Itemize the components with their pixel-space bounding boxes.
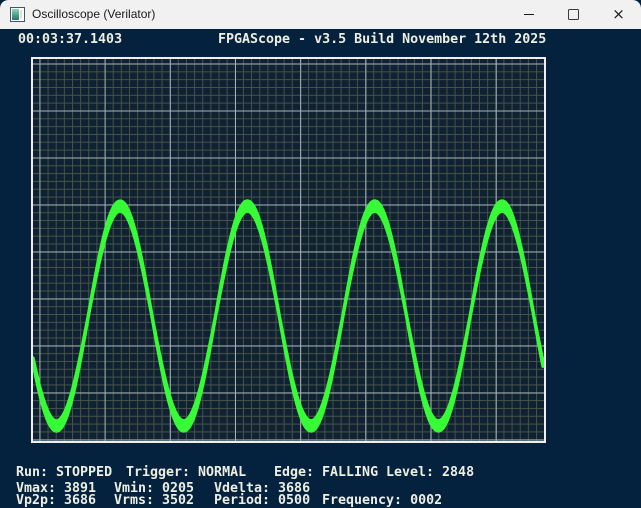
app-icon-teal-block xyxy=(12,9,19,20)
window-title: Oscilloscope (Verilator) xyxy=(32,7,156,21)
vp2p-readout: Vp2p: 3686 xyxy=(16,493,97,508)
waveform-plot xyxy=(33,199,544,433)
close-icon: × xyxy=(612,5,625,23)
measurements-row-2: Vp2p: 3686 Vrms: 3502 Period: 0500 Frequenc… xyxy=(0,493,641,508)
trigger-mode: Trigger: NORMAL xyxy=(126,465,247,480)
trigger-level: Level: 2848 xyxy=(386,465,475,480)
elapsed-time: 00:03:37.1403 xyxy=(18,32,123,47)
window-titlebar: Oscilloscope (Verilator) × xyxy=(0,0,641,29)
minimize-icon xyxy=(523,14,534,15)
run-status: Run: STOPPED xyxy=(16,465,113,480)
app-window: Oscilloscope (Verilator) × 00:03:37.1403… xyxy=(0,0,641,508)
maximize-button[interactable] xyxy=(551,0,596,29)
sine-waveform xyxy=(33,199,544,433)
status-row-trigger: Run: STOPPED Trigger: NORMAL Edge: FALLING … xyxy=(0,465,641,480)
minimize-button[interactable] xyxy=(506,0,551,29)
app-icon-detail xyxy=(20,10,22,19)
vrms-readout: Vrms: 3502 xyxy=(114,493,195,508)
app-title: FPGAScope - v3.5 Build November 12th 202… xyxy=(218,32,547,47)
scope-display xyxy=(31,57,546,443)
maximize-icon xyxy=(568,9,579,20)
frequency-readout: Frequency: 0002 xyxy=(322,493,443,508)
period-readout: Period: 0500 xyxy=(214,493,311,508)
close-button[interactable]: × xyxy=(596,0,641,29)
app-icon xyxy=(10,7,25,22)
trigger-edge: Edge: FALLING xyxy=(274,465,379,480)
